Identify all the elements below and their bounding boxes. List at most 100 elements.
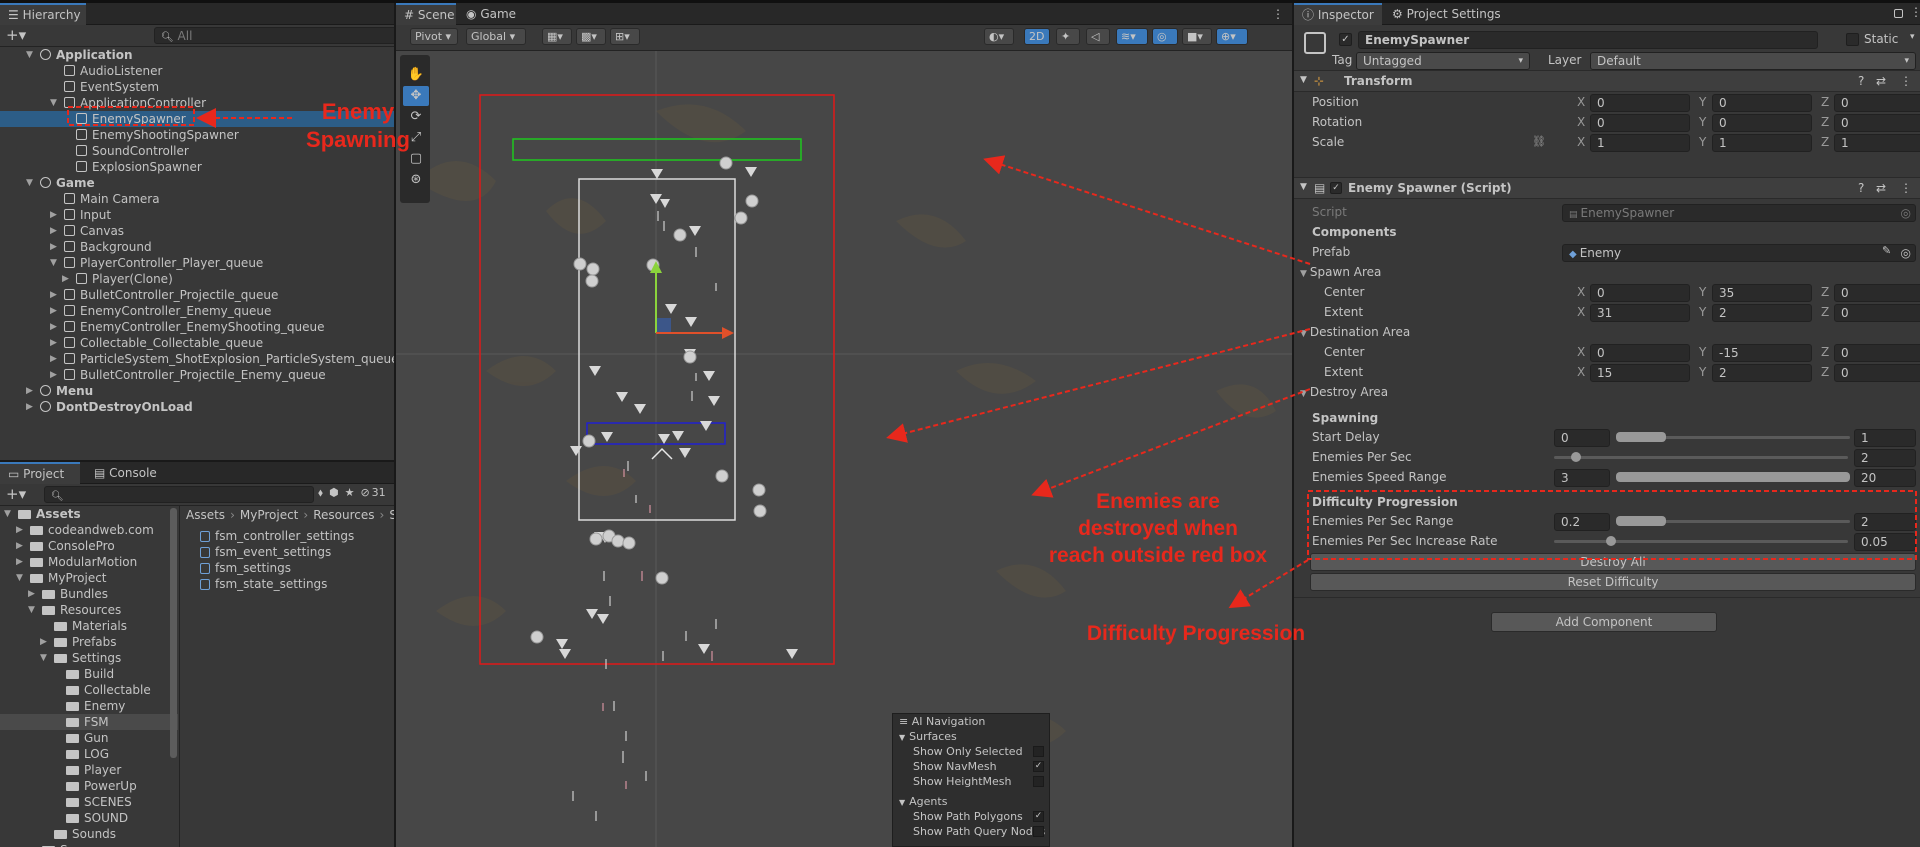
project-folder-row[interactable]: Player [0, 762, 178, 778]
ai-nav-section-header[interactable]: ▼ Surfaces [899, 730, 957, 743]
project-folder-row[interactable]: Collectable [0, 682, 178, 698]
enemies-per-sec-range-slider-range[interactable] [1616, 516, 1666, 526]
expand-arrow-icon[interactable]: ▶ [50, 239, 62, 255]
project-search-input[interactable]: 🔍︎ [44, 486, 314, 503]
expand-arrow-icon[interactable]: ▶ [26, 399, 38, 415]
enemies-per-sec-increase-value-field[interactable]: 0.05 [1854, 533, 1916, 551]
grid-snap-button[interactable]: ▦▾ [542, 28, 572, 45]
hierarchy-row[interactable]: ▼Game⋮ [0, 175, 394, 191]
hierarchy-search-input[interactable]: 🔍︎ All [154, 27, 394, 44]
transform-header[interactable]: ▼ ⊹ Transform? ⇄ ⋮ [1294, 70, 1920, 92]
hierarchy-row[interactable]: ▶ Collectable_Collectable_queue [0, 335, 394, 351]
tab-console[interactable]: ▤ Console [86, 462, 165, 484]
constrain-proportions-icon[interactable]: ⛓ [1532, 135, 1546, 148]
transform-scale-x-field[interactable]: 1 [1590, 134, 1690, 152]
project-folder-row[interactable]: ▼ Assets [0, 506, 178, 522]
script-field[interactable]: ▤ EnemySpawner ◎ [1562, 204, 1916, 222]
expand-arrow-icon[interactable]: ▶ [16, 522, 23, 538]
breadcrumb-item[interactable]: Assets [186, 508, 225, 522]
tab-game[interactable]: ◉ Game [458, 3, 524, 25]
enemies-per-sec-increase-slider-knob[interactable] [1606, 536, 1617, 546]
inspector-menu-icon[interactable]: ⋮ [1910, 5, 1920, 19]
gizmos-button[interactable]: ⊕▾ [1216, 28, 1248, 45]
script-component-header[interactable]: ▼ ▤ ✓ Enemy Spawner (Script)? ⇄ ⋮ [1294, 177, 1920, 199]
ai-nav-checkbox[interactable] [1033, 776, 1044, 787]
project-folder-row[interactable]: Gun [0, 730, 178, 746]
ai-nav-checkbox[interactable]: ✓ [1033, 811, 1044, 822]
active-checkbox[interactable]: ✓ [1339, 33, 1352, 46]
expand-arrow-icon[interactable]: ▼ [40, 650, 47, 666]
project-folder-row[interactable]: Enemy [0, 698, 178, 714]
transform-position-z-field[interactable]: 0 [1834, 94, 1920, 112]
expand-arrow-icon[interactable]: ▼ [50, 95, 62, 111]
breadcrumb-item[interactable]: MyProject [240, 508, 299, 522]
project-file-item[interactable]: fsm_state_settings [200, 576, 327, 592]
expand-arrow-icon[interactable]: ▼ [4, 506, 11, 522]
project-folder-row[interactable]: ▼ Resources [0, 602, 178, 618]
dest-extent-z-field[interactable]: 0 [1834, 364, 1920, 382]
shading-dropdown[interactable]: ◐▾ [984, 28, 1014, 45]
snap-button[interactable]: ▩▾ [576, 28, 606, 45]
breadcrumb-item[interactable]: Settings [389, 508, 394, 522]
effects-button[interactable]: ≋▾ [1116, 28, 1148, 45]
ai-nav-checkbox[interactable]: ✓ [1033, 761, 1044, 772]
spawn-center-z-field[interactable]: 0 [1834, 284, 1920, 302]
expand-arrow-icon[interactable]: ▶ [16, 538, 23, 554]
spawn-extent-y-field[interactable]: 2 [1712, 304, 1812, 322]
inspector-lock-icon[interactable] [1894, 9, 1903, 18]
hand-tool-icon[interactable]: ✋ [403, 65, 429, 85]
project-folder-row[interactable]: Build [0, 666, 178, 682]
project-folder-row[interactable]: ▼ MyProject [0, 570, 178, 586]
enemies-per-sec-slider-track[interactable] [1554, 456, 1848, 459]
project-folder-row[interactable]: LOG [0, 746, 178, 762]
expand-arrow-icon[interactable]: ▶ [50, 351, 62, 367]
preset-icon[interactable]: ⇄ [1876, 74, 1886, 88]
destroy-area-foldout[interactable]: ▼ Destroy Area [1300, 385, 1388, 399]
object-picker-icon[interactable]: ◎ [1901, 245, 1911, 261]
tab-hierarchy[interactable]: ☰ Hierarchy [0, 3, 86, 25]
expand-arrow-icon[interactable]: ▶ [50, 287, 62, 303]
project-folder-row[interactable]: FSM [0, 714, 178, 730]
project-folder-row[interactable]: SCENES [0, 794, 178, 810]
project-folder-row[interactable]: ▶ ConsolePro [0, 538, 178, 554]
object-name-field[interactable]: EnemySpawner [1358, 31, 1818, 49]
object-picker-icon[interactable]: ◎ [1901, 205, 1911, 221]
hierarchy-row[interactable]: ▶ Player(Clone) [0, 271, 394, 287]
component-menu-icon[interactable]: ⋮ [1900, 74, 1912, 88]
component-enabled-checkbox[interactable]: ✓ [1330, 182, 1342, 194]
transform-scale-y-field[interactable]: 1 [1712, 134, 1812, 152]
start-delay-slider-range[interactable] [1616, 432, 1666, 442]
add-component-button[interactable]: Add Component [1491, 612, 1717, 632]
tab-project[interactable]: ▭ Project [0, 462, 80, 484]
scene-viewport[interactable] [396, 51, 1292, 847]
tree-scrollbar[interactable] [170, 508, 177, 758]
expand-arrow-icon[interactable]: ▼ [28, 602, 35, 618]
expand-arrow-icon[interactable]: ▶ [28, 586, 35, 602]
hierarchy-row[interactable]: ▼Application⋮ [0, 47, 394, 63]
label-filter-icon[interactable]: ⬢ [329, 486, 339, 499]
hierarchy-row[interactable]: ▶ EnemyController_EnemyShooting_queue [0, 319, 394, 335]
transform-tool-icon[interactable]: ⊛ [403, 170, 429, 190]
project-folder-row[interactable]: Scenes [0, 842, 178, 847]
project-folder-row[interactable]: Materials [0, 618, 178, 634]
enemies-speed-range-max-field[interactable]: 20 [1854, 469, 1916, 487]
enemies-speed-range-min-field[interactable]: 3 [1554, 469, 1610, 487]
dest-center-x-field[interactable]: 0 [1590, 344, 1690, 362]
ai-nav-title[interactable]: ≡ AI Navigation [899, 715, 985, 728]
ai-nav-section-header[interactable]: ▼ Agents [899, 795, 947, 808]
project-file-item[interactable]: fsm_event_settings [200, 544, 331, 560]
project-folder-row[interactable]: ▶ ModularMotion [0, 554, 178, 570]
expand-arrow-icon[interactable]: ▶ [50, 207, 62, 223]
reset-difficulty-button[interactable]: Reset Difficulty [1310, 573, 1916, 591]
expand-arrow-icon[interactable]: ▼ [26, 175, 38, 191]
dest-extent-y-field[interactable]: 2 [1712, 364, 1812, 382]
start-delay-max-field[interactable]: 1 [1854, 429, 1916, 447]
hierarchy-row[interactable]: ExplosionSpawner [0, 159, 394, 175]
scene-menu-icon[interactable]: ⋮ [1272, 7, 1284, 21]
transform-rotation-x-field[interactable]: 0 [1590, 114, 1690, 132]
destination-area-foldout[interactable]: ▼ Destination Area [1300, 325, 1410, 339]
dest-center-z-field[interactable]: 0 [1834, 344, 1920, 362]
hierarchy-row[interactable]: ▶ Background [0, 239, 394, 255]
project-file-item[interactable]: fsm_settings [200, 560, 291, 576]
enemies-speed-range-slider-range[interactable] [1616, 472, 1850, 482]
